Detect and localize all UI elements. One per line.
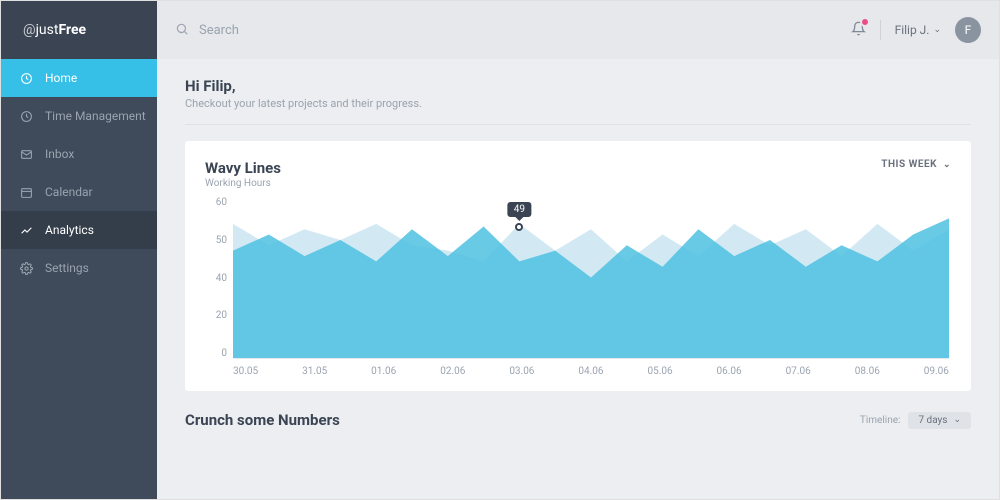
chart-tooltip: 49 [508, 202, 531, 217]
brand: @justFree [1, 1, 157, 59]
greeting-title: Hi Filip, [185, 77, 971, 95]
y-axis-labels: 605040200 [205, 197, 227, 359]
sidebar-item-label: Home [45, 71, 77, 85]
sidebar-item-label: Analytics [45, 223, 94, 237]
notification-badge [860, 17, 870, 27]
chart-card: Wavy Lines Working Hours THIS WEEK ⌄ 605… [185, 141, 971, 391]
brand-at: @ [23, 22, 36, 38]
card-title: Wavy Lines [205, 159, 281, 177]
brand-free: Free [58, 22, 86, 38]
timeline-label: Timeline: [860, 415, 901, 426]
section-numbers-header: Crunch some Numbers Timeline: 7 days ⌄ [185, 411, 971, 429]
chevron-down-icon: ⌄ [953, 415, 961, 425]
mail-icon [19, 147, 33, 161]
timeline-value: 7 days [918, 415, 947, 426]
sidebar-item-label: Inbox [45, 147, 74, 161]
chart-icon [19, 223, 33, 237]
clock-icon [19, 109, 33, 123]
sidebar-item-time-management[interactable]: Time Management [1, 97, 157, 135]
sidebar: @justFree Home Time Management Inbox Calend… [1, 1, 157, 499]
card-header: Wavy Lines Working Hours THIS WEEK ⌄ [205, 159, 951, 189]
gear-icon [19, 261, 33, 275]
sidebar-item-inbox[interactable]: Inbox [1, 135, 157, 173]
search-icon [175, 21, 189, 40]
sidebar-item-label: Time Management [45, 109, 146, 123]
user-menu[interactable]: Filip J. ⌄ [895, 23, 941, 37]
chart: 605040200 49 30.0531.0501.0602.0603.0604… [205, 197, 951, 377]
timeline-selector[interactable]: 7 days ⌄ [908, 412, 971, 429]
search-input[interactable] [199, 23, 419, 38]
main: Filip J. ⌄ F Hi Filip, Checkout your lat… [157, 1, 999, 499]
divider [880, 20, 881, 40]
dashboard-icon [19, 71, 33, 85]
sidebar-item-settings[interactable]: Settings [1, 249, 157, 287]
nav: Home Time Management Inbox Calendar Analytic… [1, 59, 157, 287]
sidebar-item-analytics[interactable]: Analytics [1, 211, 157, 249]
range-selector[interactable]: THIS WEEK ⌄ [881, 159, 951, 170]
sidebar-item-home[interactable]: Home [1, 59, 157, 97]
greeting-sub: Checkout your latest projects and their … [185, 97, 971, 110]
sidebar-item-label: Settings [45, 261, 89, 275]
timeline-control: Timeline: 7 days ⌄ [860, 412, 971, 429]
search[interactable] [175, 21, 851, 40]
chart-highlight-point [515, 223, 523, 231]
card-subtitle: Working Hours [205, 178, 281, 189]
user-name: Filip J. [895, 23, 930, 37]
avatar[interactable]: F [955, 17, 981, 43]
range-label: THIS WEEK [881, 159, 937, 170]
section-numbers-title: Crunch some Numbers [185, 411, 340, 429]
app-frame: @justFree Home Time Management Inbox Calend… [0, 0, 1000, 500]
x-axis-labels: 30.0531.0501.0602.0603.0604.0605.0606.06… [233, 366, 949, 377]
chevron-down-icon: ⌄ [943, 160, 951, 170]
divider [185, 124, 971, 125]
topbar: Filip J. ⌄ F [157, 1, 999, 59]
content: Hi Filip, Checkout your latest projects … [157, 59, 999, 499]
topbar-right: Filip J. ⌄ F [851, 17, 981, 43]
notifications-button[interactable] [851, 21, 866, 40]
brand-just: just [36, 22, 59, 38]
chart-plot: 49 [233, 197, 949, 359]
calendar-icon [19, 185, 33, 199]
sidebar-item-label: Calendar [45, 185, 93, 199]
sidebar-item-calendar[interactable]: Calendar [1, 173, 157, 211]
greeting: Hi Filip, Checkout your latest projects … [185, 77, 971, 110]
chevron-down-icon: ⌄ [933, 25, 941, 35]
